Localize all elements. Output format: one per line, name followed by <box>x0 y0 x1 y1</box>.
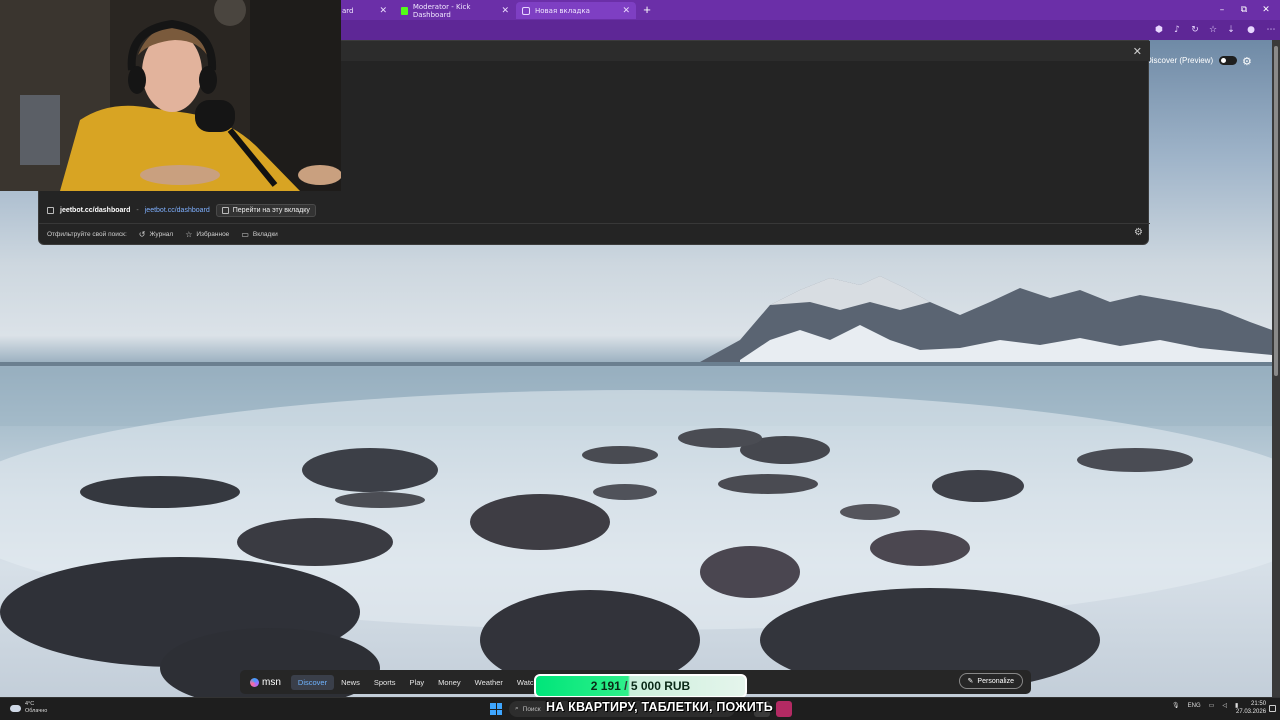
tabs-icon: ▭ <box>241 230 249 239</box>
tab-label: Новая вкладка <box>535 6 590 15</box>
star-icon: ☆ <box>185 230 193 239</box>
toggle-switch[interactable] <box>1219 56 1238 65</box>
personalize-button[interactable]: ✎ Personalize <box>958 673 1023 689</box>
goal-separator: / <box>624 679 628 693</box>
discover-label: Discover (Preview) <box>1146 56 1214 65</box>
tab-close-icon[interactable]: ✕ <box>622 6 630 16</box>
kick-favicon-icon <box>401 6 408 15</box>
filter-history[interactable]: ↺ Журнал <box>139 230 173 239</box>
search-settings-gear-icon[interactable]: ⚙ <box>1134 227 1143 238</box>
donation-goal-bar: 2 191 / 5 000 RUB <box>534 674 747 698</box>
filter-favorites[interactable]: ☆ Избранное <box>185 230 229 239</box>
weather-widget[interactable]: 4°C Облачно <box>10 701 47 715</box>
weather-desc: Облачно <box>25 708 48 714</box>
switch-to-tab-button[interactable]: Перейти на эту вкладку <box>215 203 316 217</box>
msn-nav-money[interactable]: Money <box>431 675 468 690</box>
page-scrollbar[interactable] <box>1272 40 1280 697</box>
filter-tabs-label: Вкладки <box>252 231 278 238</box>
taskbar-clock[interactable]: 21:50 27.03.2026 <box>1236 700 1266 716</box>
suggestion-separator: - <box>136 206 139 214</box>
tab-close-icon[interactable]: ✕ <box>379 6 387 16</box>
msn-logo[interactable]: msn <box>250 677 281 688</box>
goal-current: 2 191 <box>590 679 621 693</box>
system-tray: 🎙 ENG ▭ ◁ ▮ <box>1172 702 1238 710</box>
msn-nav-news[interactable]: News <box>334 675 367 690</box>
volume-icon[interactable]: ◁ <box>1222 702 1227 709</box>
search-filter-row: Отфильтруйте свой поиск: ↺ Журнал ☆ Избр… <box>39 223 1150 245</box>
goal-target: 5 000 RUB <box>630 679 691 693</box>
tab-kick-dashboard[interactable]: Moderator - Kick Dashboard ✕ <box>395 2 515 19</box>
filter-label: Отфильтруйте свой поиск: <box>47 231 127 238</box>
tab-label: Moderator - Kick Dashboard <box>412 2 471 19</box>
msn-nav-play[interactable]: Play <box>403 675 432 690</box>
tab-icon <box>221 206 229 214</box>
microphone-icon[interactable]: 🎙 <box>1172 702 1180 709</box>
more-menu-icon[interactable]: ⋯ <box>1264 23 1278 37</box>
app-taskbar-icon[interactable] <box>776 701 792 717</box>
language-indicator[interactable]: ENG <box>1188 703 1201 709</box>
tab-close-icon[interactable]: ✕ <box>501 6 509 16</box>
profile-avatar-icon[interactable]: ● <box>1244 23 1258 37</box>
discover-preview-toggle[interactable]: Discover (Preview) <box>1146 56 1238 65</box>
clock-time: 21:50 <box>1251 701 1267 707</box>
start-button-windows-icon[interactable] <box>490 703 502 715</box>
filter-history-label: Журнал <box>149 231 174 238</box>
msn-nav-discover[interactable]: Discover <box>290 674 335 690</box>
msn-nav-weather[interactable]: Weather <box>468 675 510 690</box>
history-icon: ↺ <box>138 230 146 239</box>
site-lock-icon <box>47 206 54 214</box>
search-icon: ⌕ <box>515 705 519 712</box>
favorites-icon[interactable]: ☆ <box>1206 23 1220 37</box>
tab-label: ard <box>342 6 354 15</box>
network-icon[interactable]: ▭ <box>1209 702 1215 709</box>
screen: Discover (Preview) ⚙ ard ✕ Moderator - K… <box>0 0 1280 720</box>
streamer-webcam-image <box>0 0 341 191</box>
personalize-icon: ✎ <box>967 678 974 685</box>
tab-new-tab[interactable]: Новая вкладка ✕ <box>516 2 636 19</box>
notification-icon[interactable] <box>1269 705 1276 712</box>
msn-nav-sports[interactable]: Sports <box>367 675 403 690</box>
new-tab-favicon-icon <box>522 6 530 15</box>
stream-subtitle-caption: НА КВАРТИРУ, ТАБЛЕТКИ, ПОЖИТЬ <box>546 700 773 714</box>
read-aloud-icon[interactable]: ♪ <box>1170 23 1184 37</box>
close-dropdown-icon[interactable]: ✕ <box>1133 45 1142 58</box>
settings-gear-icon[interactable]: ⚙ <box>1242 55 1252 68</box>
filter-tabs[interactable]: ▭ Вкладки <box>241 230 278 239</box>
suggestion-url-secondary: jeetbot.cc/dashboard <box>144 206 210 214</box>
msn-logo-text: msn <box>262 676 281 688</box>
webcam-overlay <box>0 0 341 191</box>
personalize-label: Personalize <box>977 677 1014 685</box>
restore-icon[interactable]: ⧉ <box>1234 2 1254 18</box>
suggestion-url: jeetbot.cc/dashboard <box>60 206 131 214</box>
refresh-icon[interactable]: ↻ <box>1188 23 1202 37</box>
cloud-icon <box>10 704 21 712</box>
search-placeholder: Поиск <box>522 705 541 713</box>
close-window-icon[interactable]: ✕ <box>1256 2 1276 18</box>
extension-icon[interactable]: ⬢ <box>1152 23 1166 37</box>
suggestion-row[interactable]: jeetbot.cc/dashboard - jeetbot.cc/dashbo… <box>47 203 316 217</box>
filter-favorites-label: Избранное <box>196 231 230 238</box>
weather-temp: 4°C <box>25 701 35 707</box>
downloads-icon[interactable]: ⇣ <box>1224 23 1238 37</box>
tab-dashboard[interactable]: ard ✕ <box>336 2 393 19</box>
new-tab-plus-icon[interactable]: + <box>640 2 654 18</box>
minimize-icon[interactable]: – <box>1212 2 1232 18</box>
switch-to-tab-label: Перейти на эту вкладку <box>232 206 310 214</box>
clock-date: 27.03.2026 <box>1236 709 1267 715</box>
msn-logo-icon <box>250 677 259 687</box>
